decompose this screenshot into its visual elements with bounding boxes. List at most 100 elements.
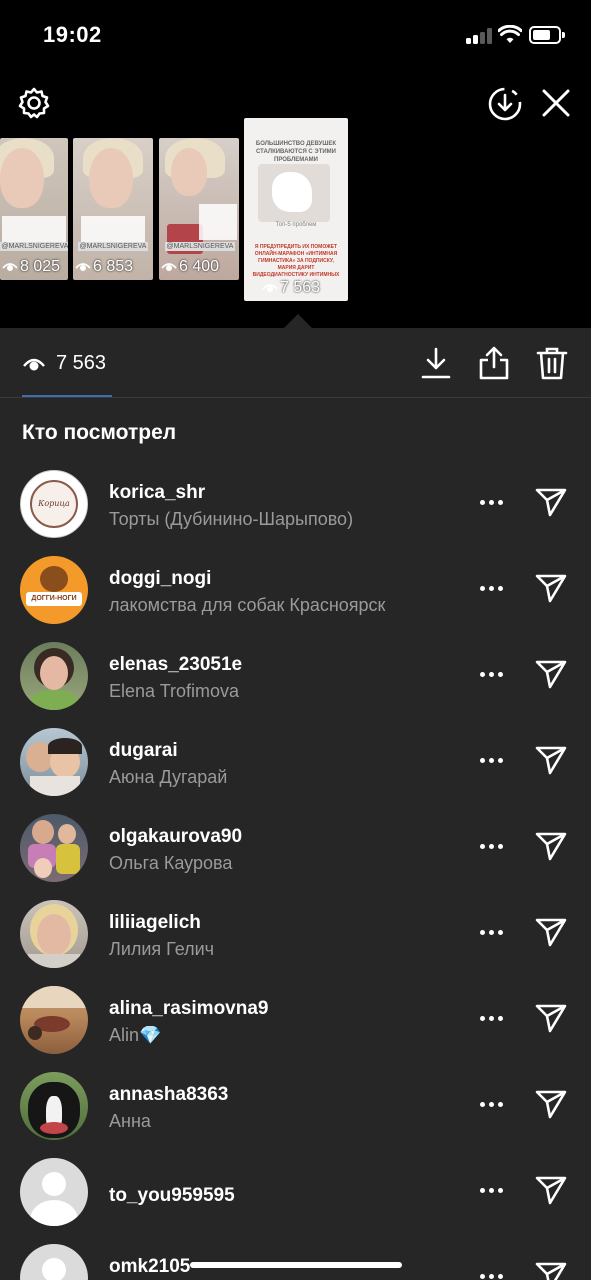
default-avatar[interactable]	[20, 1244, 88, 1280]
story-views-count: 8 025	[20, 258, 61, 275]
story-promo-text: Я ПРЕДУПРЕДИТЬ ИХ ПОМОЖЕТ ОНЛАЙН-МАРАФОН…	[252, 244, 340, 278]
viewer-full-name: Alin💎	[109, 1025, 162, 1045]
more-options-icon[interactable]	[480, 672, 503, 677]
story-image-detail	[272, 172, 312, 212]
story-views-count: 6 853	[93, 258, 134, 275]
viewer-full-name: Аюна Дугарай	[109, 767, 228, 787]
send-message-icon[interactable]	[534, 1088, 568, 1120]
avatar[interactable]: ДОГГИ-НОГИ	[20, 556, 88, 624]
viewer-username[interactable]: alina_rasimovna9	[109, 998, 268, 1020]
send-message-icon[interactable]	[534, 830, 568, 862]
more-options-icon[interactable]	[480, 1274, 503, 1279]
views-count: 7 563	[56, 352, 107, 374]
story-thumbnail[interactable]: @MARLSNIGEREVA 6 853	[73, 138, 153, 280]
viewer-row[interactable]: to_you959595	[0, 1148, 591, 1234]
story-heading: БОЛЬШИНСТВО ДЕВУШЕК СТАЛКИВАЮТСЯ С ЭТИМИ…	[255, 141, 337, 163]
viewers-panel: 7 563 Кто посмотрел Корица korica_shr То…	[0, 328, 591, 1280]
views-tab[interactable]: 7 563	[22, 352, 106, 375]
viewer-username[interactable]: olgakaurova90	[109, 826, 242, 848]
viewer-row[interactable]: liliiagelich Лилия Гелич	[0, 890, 591, 976]
home-indicator[interactable]	[190, 1262, 402, 1268]
viewer-row[interactable]: dugarai Аюна Дугарай	[0, 718, 591, 804]
viewer-row[interactable]: Корица korica_shr Торты (Дубинино-Шарыпо…	[0, 460, 591, 546]
more-options-icon[interactable]	[480, 930, 503, 935]
viewer-full-name: Анна	[109, 1111, 151, 1131]
settings-gear-icon[interactable]	[17, 86, 51, 120]
section-title: Кто посмотрел	[22, 421, 177, 444]
send-message-icon[interactable]	[534, 1002, 568, 1034]
viewer-row[interactable]: elenas_23051e Elena Trofimova	[0, 632, 591, 718]
viewer-row[interactable]: annasha8363 Анна	[0, 1062, 591, 1148]
delete-trash-icon[interactable]	[536, 345, 568, 381]
story-views: 8 025	[2, 258, 60, 276]
avatar[interactable]	[20, 986, 88, 1054]
viewer-username[interactable]: omk2105	[109, 1256, 190, 1278]
viewers-list: Корица korica_shr Торты (Дубинино-Шарыпо…	[0, 460, 591, 1280]
header-divider	[0, 397, 591, 398]
viewer-row[interactable]: omk2105	[0, 1234, 591, 1280]
share-icon[interactable]	[478, 345, 510, 381]
story-tag: @MARLSNIGEREVA	[165, 242, 235, 251]
wifi-icon	[498, 25, 522, 43]
send-message-icon[interactable]	[534, 658, 568, 690]
story-thumbnail[interactable]: @MARLSNIGEREVA 8 025	[0, 138, 68, 280]
close-icon[interactable]	[539, 86, 573, 120]
story-views: 6 853	[75, 258, 133, 276]
story-views: 6 400	[161, 258, 219, 276]
more-options-icon[interactable]	[480, 500, 503, 505]
send-message-icon[interactable]	[534, 916, 568, 948]
story-thumbnail-active[interactable]: БОЛЬШИНСТВО ДЕВУШЕК СТАЛКИВАЮТСЯ С ЭТИМИ…	[244, 118, 348, 301]
viewer-username[interactable]: doggi_nogi	[109, 568, 211, 590]
avatar[interactable]	[20, 1072, 88, 1140]
download-icon[interactable]	[421, 346, 451, 380]
send-message-icon[interactable]	[534, 1174, 568, 1206]
more-options-icon[interactable]	[480, 586, 503, 591]
avatar[interactable]: Корица	[20, 470, 88, 538]
eye-icon	[2, 263, 18, 271]
more-options-icon[interactable]	[480, 758, 503, 763]
avatar[interactable]	[20, 728, 88, 796]
viewer-username[interactable]: dugarai	[109, 740, 178, 762]
viewer-full-name: лакомства для собак Красноярск	[109, 595, 386, 615]
viewer-full-name: Торты (Дубинино-Шарыпово)	[109, 509, 354, 529]
more-options-icon[interactable]	[480, 844, 503, 849]
avatar[interactable]	[20, 900, 88, 968]
story-thumbnail[interactable]: @MARLSNIGEREVA 6 400	[159, 138, 239, 280]
viewer-row[interactable]: ДОГГИ-НОГИ doggi_nogi лакомства для соба…	[0, 546, 591, 632]
viewer-row[interactable]: alina_rasimovna9 Alin💎	[0, 976, 591, 1062]
viewer-row[interactable]: olgakaurova90 Ольга Каурова	[0, 804, 591, 890]
story-tag: @MARLSNIGEREVA	[78, 242, 148, 251]
status-bar: 19:02	[0, 0, 591, 70]
viewer-full-name: Ольга Каурова	[109, 853, 233, 873]
story-tag: @MARLSNIGEREVA	[0, 242, 68, 251]
send-message-icon[interactable]	[534, 744, 568, 776]
send-message-icon[interactable]	[534, 1260, 568, 1280]
more-options-icon[interactable]	[480, 1102, 503, 1107]
viewer-username[interactable]: annasha8363	[109, 1084, 228, 1106]
default-avatar[interactable]	[20, 1158, 88, 1226]
viewer-full-name: Лилия Гелич	[109, 939, 215, 959]
eye-icon	[75, 263, 91, 271]
story-thumbnails: @MARLSNIGEREVA 8 025 @MARLSNIGEREVA 6 85…	[0, 118, 591, 328]
story-views-count: 6 400	[179, 258, 220, 275]
send-message-icon[interactable]	[534, 572, 568, 604]
battery-icon	[529, 26, 565, 44]
viewer-username[interactable]: elenas_23051e	[109, 654, 242, 676]
viewer-username[interactable]: korica_shr	[109, 482, 205, 504]
avatar-logo-text: ДОГГИ-НОГИ	[26, 592, 82, 606]
viewer-full-name: Elena Trofimova	[109, 681, 240, 701]
status-time: 19:02	[43, 22, 102, 47]
eye-icon	[262, 284, 278, 292]
viewer-username[interactable]: liliiagelich	[109, 912, 201, 934]
avatar-logo-text: Корица	[38, 499, 70, 508]
more-options-icon[interactable]	[480, 1016, 503, 1021]
cellular-signal-icon	[466, 28, 492, 44]
selected-story-pointer	[284, 314, 312, 328]
avatar[interactable]	[20, 642, 88, 710]
eye-icon	[161, 263, 177, 271]
more-options-icon[interactable]	[480, 1188, 503, 1193]
viewer-username[interactable]: to_you959595	[109, 1185, 235, 1207]
story-views: 7 563	[262, 279, 320, 297]
send-message-icon[interactable]	[534, 486, 568, 518]
avatar[interactable]	[20, 814, 88, 882]
